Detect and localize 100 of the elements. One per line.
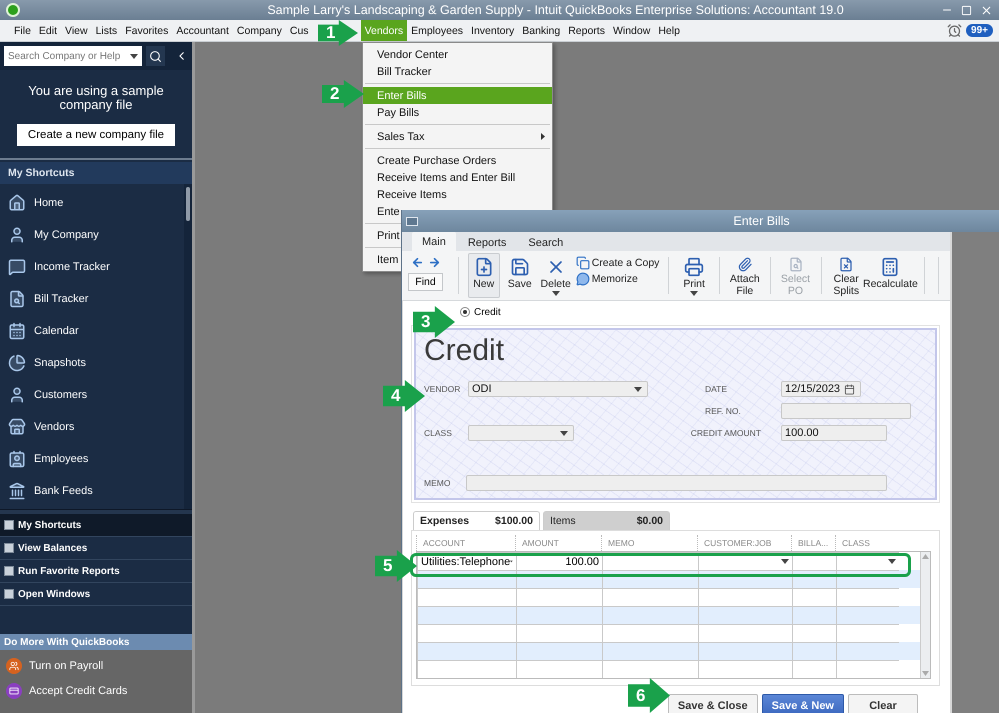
ribbon-tab[interactable]: Main bbox=[412, 232, 456, 251]
detail-tab[interactable]: Items $0.00 bbox=[543, 511, 670, 530]
menu-item[interactable]: Receive Items and Enter Bill bbox=[363, 169, 552, 186]
person-icon bbox=[8, 226, 26, 244]
caret-icon bbox=[552, 291, 560, 296]
window-title: Enter Bills bbox=[732, 214, 791, 228]
action-button[interactable]: Clear bbox=[848, 694, 918, 713]
column-header: CUSTOMER:JOB bbox=[697, 535, 791, 551]
column-header: BILLA... bbox=[791, 535, 835, 551]
menu-item[interactable]: Inventory bbox=[467, 20, 518, 41]
menu-item[interactable]: Lists bbox=[92, 20, 122, 41]
toolbar-button[interactable]: Save bbox=[504, 253, 536, 298]
scroll-up-icon[interactable] bbox=[922, 554, 929, 559]
scroll-down-icon[interactable] bbox=[922, 671, 929, 676]
menu-item[interactable]: File bbox=[10, 20, 35, 41]
menu-item[interactable]: Vendor Center bbox=[363, 46, 552, 63]
close-icon[interactable] bbox=[980, 4, 993, 16]
menu-item[interactable]: Help bbox=[654, 20, 684, 41]
table-dropdown[interactable]: Utilities:Telephone bbox=[417, 552, 516, 570]
panel-icon bbox=[4, 566, 14, 576]
house-icon bbox=[8, 194, 26, 212]
toolbar-button[interactable]: New bbox=[468, 253, 500, 298]
table-cell[interactable]: 100.00 bbox=[516, 552, 602, 570]
ribbon-tab[interactable]: Reports bbox=[458, 234, 516, 251]
menu-item[interactable]: Receive Items bbox=[363, 186, 552, 203]
panel-icon bbox=[4, 543, 14, 553]
menu-item[interactable]: Bill Tracker bbox=[363, 63, 552, 80]
scrollbar[interactable] bbox=[184, 184, 192, 509]
bank-icon bbox=[8, 482, 26, 500]
menu-item[interactable]: Sales Tax bbox=[363, 128, 552, 145]
caret-icon bbox=[888, 559, 896, 564]
menu-item[interactable]: Cus bbox=[286, 20, 313, 41]
toolbar-button[interactable]: Print bbox=[678, 253, 710, 298]
table-dropdown[interactable] bbox=[836, 552, 899, 570]
detail-tab[interactable]: Expenses $100.00 bbox=[413, 511, 540, 530]
previous-arrow-icon[interactable] bbox=[410, 256, 424, 269]
toolbar-button[interactable]: Memorize bbox=[576, 272, 660, 286]
menu-item[interactable]: Window bbox=[608, 20, 654, 41]
shortcut-item[interactable]: Income Tracker bbox=[0, 251, 184, 283]
toolbar-button[interactable]: Recalculate bbox=[866, 253, 915, 298]
next-arrow-icon[interactable] bbox=[428, 256, 440, 269]
shortcut-item[interactable]: My Company bbox=[0, 219, 184, 251]
calculator-icon bbox=[880, 257, 900, 277]
shortcut-item[interactable]: Calendar bbox=[0, 315, 184, 347]
caret-icon bbox=[560, 430, 568, 436]
input-field[interactable]: 100.00 bbox=[781, 425, 887, 441]
promo-item[interactable]: Accept Credit Cards bbox=[6, 678, 192, 703]
table-scrollbar[interactable] bbox=[920, 552, 930, 678]
menu-item[interactable]: Company bbox=[232, 20, 286, 41]
menu-item[interactable]: Pay Bills bbox=[363, 104, 552, 121]
input-field[interactable] bbox=[466, 475, 887, 491]
table-cell[interactable] bbox=[792, 552, 836, 570]
toolbar-button[interactable]: Clear Splits bbox=[830, 253, 862, 298]
window-title: Sample Larry's Landscaping & Garden Supply - Intuit QuickBooks Enterprise Solutions: Accountant 19.0 bbox=[266, 3, 845, 17]
find-button[interactable]: Find bbox=[408, 273, 443, 291]
create-company-button[interactable]: Create a new company file bbox=[16, 124, 176, 146]
date-field[interactable]: 12/15/2023 bbox=[781, 381, 861, 397]
menu-item[interactable]: Edit bbox=[34, 20, 62, 41]
sample-notice: You are using a sample company file bbox=[27, 84, 165, 112]
printer-icon bbox=[684, 257, 704, 277]
speech-bubble-icon bbox=[576, 272, 590, 286]
menu-item[interactable]: Employees bbox=[407, 20, 468, 41]
shortcut-item[interactable]: Employees bbox=[0, 443, 184, 475]
pie-chart-icon bbox=[8, 354, 26, 372]
menu-item[interactable]: Accountant bbox=[172, 20, 233, 41]
menu-item[interactable]: Create Purchase Orders bbox=[363, 152, 552, 169]
menu-item[interactable]: Reports bbox=[564, 20, 609, 41]
toolbar-button[interactable]: Delete bbox=[540, 253, 572, 298]
section-header: Do More With QuickBooks bbox=[0, 634, 192, 650]
action-button[interactable]: Save & Close bbox=[668, 694, 758, 713]
maximize-icon[interactable] bbox=[961, 4, 972, 16]
vendor-dropdown[interactable]: ODI bbox=[468, 381, 648, 397]
speech-bubble-icon bbox=[8, 258, 26, 276]
shortcut-item[interactable]: Bill Tracker bbox=[0, 283, 184, 315]
alarm-clock-icon[interactable] bbox=[947, 23, 962, 38]
promo-item[interactable]: Turn on Payroll bbox=[6, 653, 192, 678]
input-field[interactable] bbox=[781, 403, 911, 419]
action-button[interactable]: Save & New bbox=[762, 694, 844, 713]
search-button[interactable] bbox=[146, 46, 165, 66]
table-cell[interactable] bbox=[602, 552, 698, 570]
shortcut-item[interactable]: Vendors bbox=[0, 411, 184, 443]
shortcut-item[interactable]: Customers bbox=[0, 379, 184, 411]
ribbon-tab[interactable]: Search bbox=[518, 234, 574, 251]
system-menu-icon[interactable] bbox=[406, 216, 418, 226]
menu-item[interactable]: View bbox=[61, 20, 92, 41]
shortcut-item[interactable]: Snapshots bbox=[0, 347, 184, 379]
field-label: REF. NO. bbox=[705, 406, 742, 416]
search-field[interactable]: Search Company or Help bbox=[4, 46, 142, 66]
menu-item[interactable]: Favorites bbox=[121, 20, 172, 41]
credit-radio[interactable]: Credit bbox=[460, 306, 501, 318]
menu-item[interactable]: Banking bbox=[518, 20, 564, 41]
shortcut-item[interactable]: Bank Feeds bbox=[0, 475, 184, 507]
notification-badge[interactable]: 99+ bbox=[966, 24, 993, 37]
shortcut-item[interactable]: Home bbox=[0, 187, 184, 219]
table-dropdown[interactable] bbox=[698, 552, 792, 570]
nav-item[interactable]: My Shortcuts bbox=[0, 514, 192, 537]
card-icon bbox=[6, 682, 22, 698]
id-card-icon bbox=[8, 450, 26, 468]
toolbar-button[interactable]: Attach File bbox=[728, 253, 761, 298]
toolbar-button[interactable]: Create a Copy bbox=[576, 256, 660, 270]
